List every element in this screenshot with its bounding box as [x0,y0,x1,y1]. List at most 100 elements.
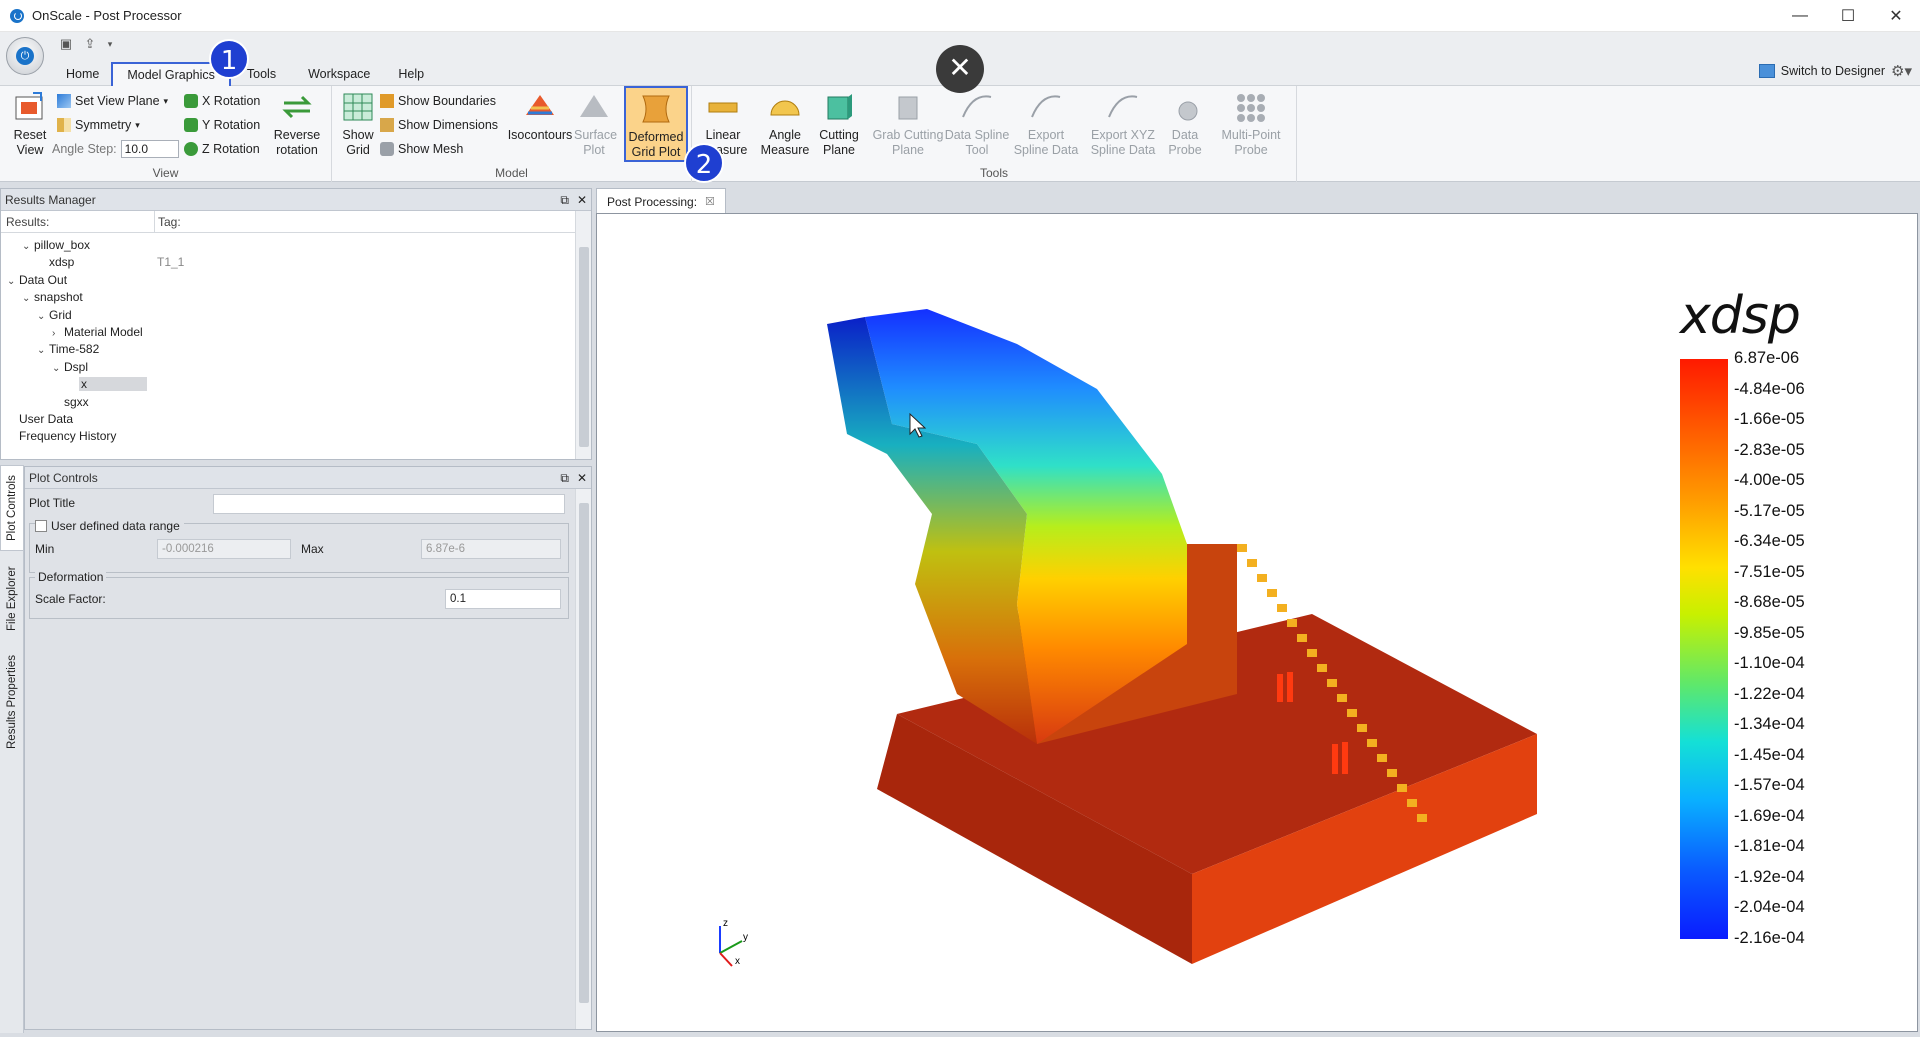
tree-item[interactable]: Frequency History [7,428,116,445]
z-rotation-button[interactable]: Z Rotation [184,140,260,158]
chevron-down-icon[interactable]: ⌄ [52,360,64,377]
tree-item[interactable]: sgxx [52,394,89,411]
scale-factor-input[interactable]: 0.1 [445,589,561,609]
tree-item[interactable]: ⌄ pillow_box [22,237,90,254]
legend-tick-label: -1.69e-04 [1734,806,1805,825]
close-panel-icon[interactable]: ✕ [577,467,587,489]
quick-access-toolbar: ▣ ⇪ ▾ [58,36,114,52]
y-rotation-button[interactable]: Y Rotation [184,116,260,134]
maximize-button[interactable]: ☐ [1824,0,1872,32]
switch-to-designer-button[interactable]: Switch to Designer ⚙▾ [1758,62,1912,80]
plot-controls-title: Plot Controls [29,471,98,485]
tab-help[interactable]: Help [384,62,438,86]
close-window-button[interactable]: ✕ [1872,0,1920,32]
tree-item[interactable]: User Data [7,411,73,428]
plot-controls-scroll-thumb[interactable] [579,503,589,1003]
cutting-plane-button[interactable]: Cutting Plane [810,90,868,158]
multi-probe-icon [1233,90,1269,124]
set-view-plane-button[interactable]: Set View Plane ▾ [57,92,168,110]
show-boundaries-label: Show Boundaries [398,94,496,108]
angle-measure-button[interactable]: Angle Measure [754,90,816,158]
data-spline-tool-button[interactable]: Data Spline Tool [944,90,1010,158]
qat-dropdown-icon[interactable]: ▾ [106,36,114,52]
model-group: Show Grid Show Boundaries Show Dimension… [332,86,692,182]
plot-title-input[interactable] [213,494,565,514]
application-menu-button[interactable]: ⏻ [6,37,44,75]
reset-view-button[interactable]: Reset View [2,90,58,158]
user-defined-range-checkbox[interactable]: User defined data range [35,516,184,536]
chevron-down-icon[interactable]: ⌄ [37,308,49,325]
tree-item-label: Frequency History [19,429,117,444]
show-mesh-button[interactable]: Show Mesh [380,140,463,158]
angle-step-input[interactable]: 10.0 [120,140,179,158]
tree-item[interactable]: ⌄ snapshot [22,289,83,306]
plot-controls-scrollbar[interactable] [575,489,591,1029]
overlay-close-button[interactable]: ✕ [936,45,984,93]
legend-labels: 6.87e-06 -4.84e-06 -1.66e-05 -2.83e-05 -4.00… [1734,349,1824,959]
step-badge-1: 1 [209,39,249,79]
x-rotation-button[interactable]: X Rotation [184,92,260,110]
tree-item[interactable]: xdsp [37,254,74,271]
title-bar: OnScale - Post Processor — ☐ ✕ [0,0,1920,32]
side-tab-results-properties[interactable]: Results Properties [0,645,24,759]
results-scroll-thumb[interactable] [579,247,589,447]
show-grid-button[interactable]: Show Grid [336,90,380,158]
legend-tick-label: -1.45e-04 [1734,745,1805,764]
deformation-label: Deformation [35,567,107,587]
chevron-down-icon[interactable]: ⌄ [22,290,34,307]
tree-item-label: sgxx [64,394,89,409]
reverse-rotation-button[interactable]: Reverse rotation [268,90,326,158]
float-panel-icon[interactable]: ⧉ [560,467,569,489]
show-boundaries-button[interactable]: Show Boundaries [380,92,496,110]
tools-group-label: Tools [979,166,1008,180]
show-dimensions-button[interactable]: Show Dimensions [380,116,498,134]
side-tab-plot-controls[interactable]: Plot Controls [0,465,24,551]
close-tab-icon[interactable]: ☒ [705,190,715,214]
side-tab-file-explorer[interactable]: File Explorer [0,561,24,637]
deformed-grid-plot-button[interactable]: Deformed Grid Plot [624,86,688,162]
multi-point-probe-label: Multi-Point Probe [1221,128,1281,157]
export-spline-data-button[interactable]: Export Spline Data [1010,90,1082,158]
tab-workspace[interactable]: Workspace [294,62,384,86]
chevron-down-icon: ▾ [163,95,169,106]
chevron-down-icon[interactable]: ⌄ [37,342,49,359]
isocontours-button[interactable]: Isocontours [504,90,576,143]
post-processing-tab[interactable]: Post Processing: ☒ [596,188,726,214]
3d-viewport[interactable]: z y x xdsp 6.87e-06 -4.84e-06 -1.66e-05 -2.… [596,213,1918,1032]
tools-group: Linear Measure Angle Measure Cutting Pla… [692,86,1297,182]
tree-item[interactable]: ⌄ Grid [37,307,72,324]
surface-plot-button[interactable]: Surface Plot [574,90,617,158]
checkbox-box[interactable] [35,520,47,532]
x-rotation-icon [184,94,198,108]
chevron-right-icon[interactable]: › [52,325,64,342]
float-panel-icon[interactable]: ⧉ [560,189,569,211]
results-scrollbar[interactable] [575,211,591,459]
symmetry-button[interactable]: Symmetry ▾ [57,116,140,134]
tab-home[interactable]: Home [52,62,113,86]
tree-item-label: Dspl [64,359,89,374]
export-icon[interactable]: ⇪ [82,36,98,52]
legend-tick-label: 6.87e-06 [1734,349,1800,367]
close-panel-icon[interactable]: ✕ [577,189,587,211]
tree-item[interactable]: ⌄ Dspl [52,359,88,376]
min-input[interactable]: -0.000216 [157,539,291,559]
tree-item[interactable]: x [67,376,147,393]
view-group-label: View [152,166,179,180]
export-xyz-spline-data-button[interactable]: Export XYZ Spline Data [1086,90,1160,158]
settings-gear-icon[interactable]: ⚙▾ [1891,62,1912,80]
tree-item-label: x [79,377,147,392]
chevron-down-icon[interactable]: ⌄ [22,238,34,255]
minimize-button[interactable]: — [1776,0,1824,32]
multi-point-probe-button[interactable]: Multi-Point Probe [1214,90,1288,158]
tree-item[interactable]: ⌄ Data Out [7,272,67,289]
data-probe-button[interactable]: Data Probe [1160,90,1210,158]
grab-cutting-plane-button[interactable]: Grab Cutting Plane [872,90,944,158]
cutting-plane-icon [821,90,857,124]
tree-item-label: xdsp [49,255,75,270]
tree-item[interactable]: › Material Model [52,324,143,341]
chevron-down-icon[interactable]: ⌄ [7,273,19,290]
save-icon[interactable]: ▣ [58,36,74,52]
max-input[interactable]: 6.87e-6 [421,539,561,559]
mesh-icon [380,142,394,156]
tree-item[interactable]: ⌄ Time-582 [37,341,99,358]
